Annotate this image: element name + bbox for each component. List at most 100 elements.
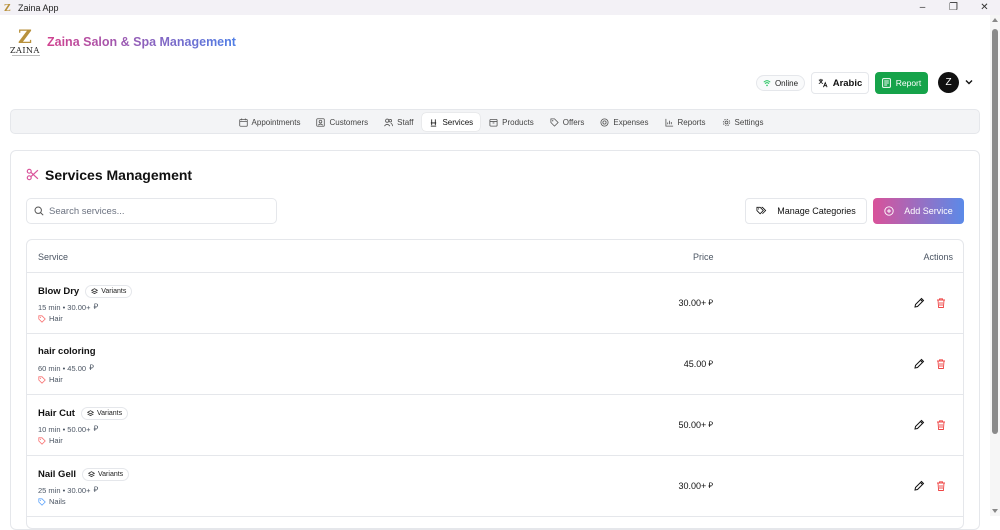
services-table: Service Price Actions Blow Dry Variants … [26, 239, 964, 529]
search-icon [34, 206, 44, 216]
tab-products[interactable]: Products [482, 113, 541, 131]
table-row: Hair Cut Variants 10 min • 50.00+ ⃃ Hair … [27, 395, 963, 456]
scroll-up-arrow-icon[interactable] [992, 18, 998, 22]
tab-label: Appointments [251, 117, 301, 127]
column-header-service: Service [38, 252, 69, 262]
tab-reports[interactable]: Reports [658, 113, 713, 131]
service-name: Blow Dry [38, 286, 80, 297]
package-icon [489, 118, 498, 127]
variants-label: Variants [101, 288, 127, 295]
service-duration-price: 25 min • 30.00+ [38, 485, 91, 495]
chevron-down-icon[interactable] [963, 76, 975, 88]
report-document-icon [881, 78, 891, 88]
variants-badge: Variants [82, 468, 130, 481]
scrollbar-thumb[interactable] [992, 29, 998, 434]
status-label: Online [774, 78, 799, 88]
app-brand-name: Zaina Salon & Spa Management [47, 35, 236, 49]
tab-appointments[interactable]: Appointments [232, 113, 308, 131]
tab-expenses[interactable]: Expenses [593, 113, 655, 131]
currency-icon: ⃃ [708, 298, 713, 307]
tab-staff[interactable]: Staff [377, 113, 420, 131]
layers-icon [86, 410, 94, 416]
gear-icon [722, 118, 730, 126]
service-price: 50.00+ [678, 420, 707, 430]
table-row: hair coloring 60 min • 45.00 ⃃ Hair 45.00… [27, 334, 963, 395]
zaina-logo: Z ZAINA [10, 26, 40, 56]
tab-settings[interactable]: Settings [715, 113, 771, 131]
service-price: 30.00+ [678, 298, 707, 308]
svg-text:Z: Z [4, 4, 11, 13]
tab-services[interactable]: Services [422, 113, 481, 131]
tab-label: Products [502, 117, 534, 127]
edit-pencil-icon[interactable] [913, 358, 925, 370]
service-name: Nail Gell [38, 469, 77, 480]
service-name: hair coloring [38, 346, 96, 357]
svg-text:Z: Z [18, 26, 32, 48]
svg-text:ZAINA: ZAINA [10, 46, 40, 55]
scroll-down-arrow-icon[interactable] [992, 509, 998, 513]
language-toggle-button[interactable]: Arabic [811, 72, 869, 94]
edit-pencil-icon[interactable] [913, 419, 925, 431]
window-titlebar: Z Zaina App – ❐ ✕ [0, 0, 1000, 15]
wifi-icon [763, 80, 771, 87]
variants-badge: Variants [85, 285, 133, 298]
currency-icon: ⃃ [93, 485, 99, 494]
tab-label: Staff [397, 117, 414, 127]
close-window-button[interactable]: ✕ [969, 0, 1000, 15]
page-scrollbar[interactable] [990, 15, 1000, 516]
delete-trash-icon[interactable] [935, 480, 947, 492]
report-label: Report [895, 78, 922, 88]
tags-icon [756, 206, 767, 215]
table-row: Nail Gell Variants 25 min • 30.00+ ⃃ Nail… [27, 456, 963, 517]
plus-circle-icon [884, 206, 894, 216]
delete-trash-icon[interactable] [935, 297, 947, 309]
edit-pencil-icon[interactable] [913, 480, 925, 492]
category-tag-icon [38, 436, 46, 445]
service-duration-price: 15 min • 30.00+ [38, 302, 91, 312]
bar-chart-icon [665, 118, 673, 127]
manage-categories-button[interactable]: Manage Categories [745, 198, 867, 224]
layers-icon [88, 471, 96, 477]
service-name: Hair Cut [38, 408, 75, 419]
main-navigation: Appointments Customers Staff Services Pr… [10, 109, 980, 134]
contact-card-icon [316, 117, 326, 127]
service-price: 45.00 [683, 359, 707, 369]
service-category: Nails [49, 497, 66, 506]
user-avatar[interactable]: Z [938, 72, 959, 93]
report-button[interactable]: Report [875, 72, 928, 94]
users-icon [384, 118, 394, 126]
add-service-label: Add Service [904, 206, 953, 216]
delete-trash-icon[interactable] [935, 419, 947, 431]
tab-label: Offers [562, 117, 585, 127]
coins-icon [600, 117, 609, 127]
service-duration-price: 10 min • 50.00+ [38, 424, 91, 434]
delete-trash-icon[interactable] [935, 358, 947, 370]
tab-customers[interactable]: Customers [309, 113, 375, 131]
language-label: Arabic [832, 77, 863, 89]
tab-label: Services [442, 117, 474, 127]
search-input[interactable] [49, 205, 269, 217]
currency-icon: ⃃ [708, 359, 713, 368]
tab-label: Customers [329, 117, 369, 127]
category-tag-icon [38, 497, 46, 506]
tab-label: Expenses [613, 117, 649, 127]
translate-icon [818, 78, 828, 88]
currency-icon: ⃃ [93, 302, 99, 311]
add-service-button[interactable]: Add Service [873, 198, 964, 224]
app-logo-icon: Z [4, 4, 11, 13]
edit-pencil-icon[interactable] [913, 297, 925, 309]
tab-offers[interactable]: Offers [543, 113, 592, 131]
tab-label: Reports [677, 117, 706, 127]
calendar-icon [238, 117, 248, 127]
category-tag-icon [38, 375, 46, 384]
service-category: Hair [49, 314, 63, 323]
service-category: Hair [49, 436, 63, 445]
search-box [26, 198, 277, 224]
table-row: Blow Dry Variants 15 min • 30.00+ ⃃ Hair … [27, 273, 963, 334]
restore-button[interactable]: ❐ [938, 0, 969, 15]
table-header: Service Price Actions [27, 240, 963, 273]
tab-label: Settings [734, 117, 764, 127]
service-price: 30.00+ [678, 481, 707, 491]
minimize-button[interactable]: – [907, 0, 938, 15]
window-title: Zaina App [18, 2, 59, 13]
